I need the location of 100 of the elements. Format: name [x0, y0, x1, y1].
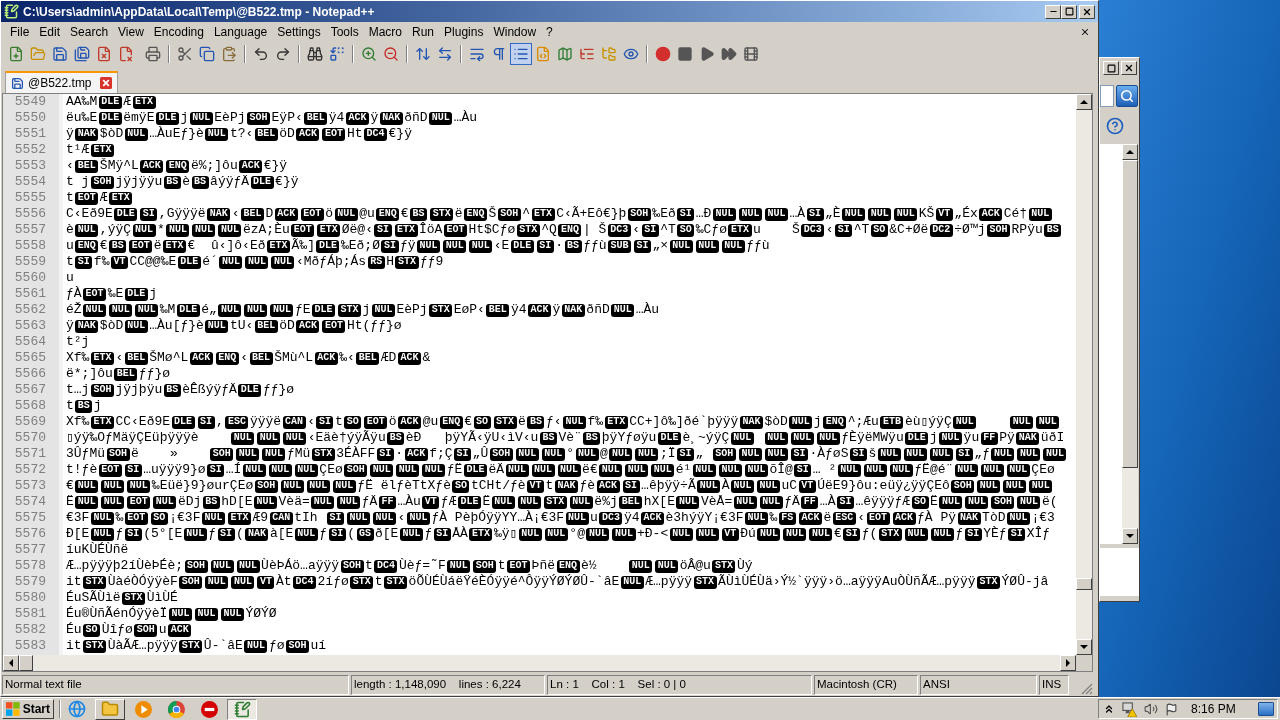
control-char-label: SI: [140, 207, 158, 221]
binary-text: ÇEø: [319, 462, 343, 478]
control-char-label: NUL: [231, 575, 255, 589]
horizontal-scrollbar[interactable]: [3, 655, 1076, 671]
scrollbar-thumb[interactable]: [19, 655, 33, 671]
menu-item[interactable]: Plugins: [439, 23, 489, 40]
minimize-button[interactable]: [1045, 4, 1061, 19]
control-char-label: SOH: [991, 495, 1015, 509]
menu-item[interactable]: Edit: [34, 23, 66, 40]
control-char-label: STX: [543, 495, 567, 509]
control-char-label: SI: [327, 511, 345, 525]
binary-text: èù▯ýÿÇ: [904, 414, 952, 430]
maximize-button[interactable]: [1103, 61, 1119, 75]
document-tab[interactable]: @B522.tmp: [5, 71, 118, 93]
close-icon: [1124, 63, 1134, 73]
vertical-scrollbar[interactable]: [1122, 144, 1138, 544]
binary-text: …êþÿÿ÷Ã: [641, 478, 696, 494]
control-char-label: NUL: [242, 463, 266, 477]
binary-text: ·: [555, 238, 564, 254]
clock-time[interactable]: 8:16 PM: [1191, 700, 1236, 718]
control-char-label: STX: [350, 575, 374, 589]
close-button[interactable]: [1079, 4, 1095, 19]
speaker-icon[interactable]: [1144, 702, 1158, 716]
search-button[interactable]: [1116, 85, 1138, 107]
control-char-label: SO: [677, 223, 695, 237]
show-desktop-button[interactable]: [1258, 702, 1274, 716]
scroll-up-button[interactable]: [1122, 144, 1138, 160]
binary-text: D: [265, 206, 274, 222]
binary-text: öD: [279, 318, 295, 334]
menu-item[interactable]: View: [113, 23, 149, 40]
control-char-label: NUL: [757, 527, 781, 541]
binary-text: ƒè: [579, 478, 596, 494]
scroll-down-button[interactable]: [1076, 639, 1092, 655]
start-button[interactable]: Start: [2, 699, 54, 719]
menu-item[interactable]: Search: [65, 23, 114, 40]
control-char-label: BEL: [75, 159, 99, 173]
binary-text: ,ýÿÇ: [99, 222, 132, 238]
binary-text: t²j: [66, 334, 90, 350]
scrollbar-thumb[interactable]: [1076, 578, 1092, 590]
control-char-label: NUL: [625, 463, 649, 477]
text-field[interactable]: [1100, 85, 1114, 107]
control-char-label: DC4: [374, 559, 398, 573]
menu-item[interactable]: Window: [488, 23, 542, 40]
control-char-label: NUL: [575, 447, 599, 461]
binary-text: it: [66, 638, 82, 654]
close-icon: [1082, 6, 1092, 17]
control-char-label: NUL: [518, 527, 542, 541]
line-number: 5579: [14, 574, 46, 590]
binary-text: ëDj: [177, 494, 202, 510]
control-char-label: BS: [191, 175, 209, 189]
scroll-left-button[interactable]: [3, 655, 19, 671]
binary-text: ŠMù^L: [274, 350, 314, 366]
control-char-label: NUL: [218, 223, 242, 237]
close-icon[interactable]: [99, 77, 112, 89]
menu-item[interactable]: File: [5, 23, 35, 40]
control-char-label: DLE: [316, 239, 340, 253]
control-char-label: EOT: [124, 511, 148, 525]
scroll-right-button[interactable]: [1060, 655, 1076, 671]
resize-grip-icon[interactable]: [1081, 683, 1093, 695]
binary-text: TòD: [982, 510, 1006, 526]
menu-item[interactable]: Tools: [325, 23, 364, 40]
menu-item[interactable]: Macro: [363, 23, 407, 40]
binary-text: Þñë: [531, 558, 555, 574]
taskbar-app-button[interactable]: [227, 698, 257, 720]
scroll-up-button[interactable]: [1076, 94, 1092, 110]
control-char-label: STX: [878, 527, 902, 541]
binary-text: èÐ þÿYÃ: [405, 430, 476, 446]
toolbar-button[interactable]: [510, 42, 532, 65]
flag-icon[interactable]: [1165, 702, 1178, 716]
vertical-scrollbar[interactable]: [1076, 94, 1092, 655]
binary-text: ‰Cƒø: [695, 222, 727, 238]
monitor-warning-icon[interactable]: [1122, 701, 1137, 717]
binary-text: Ùý: [736, 558, 753, 574]
menu-item[interactable]: Settings: [272, 23, 326, 40]
control-char-label: SOH: [90, 175, 114, 189]
help-icon[interactable]: [1106, 117, 1124, 135]
control-char-label: CAN: [269, 511, 293, 525]
binary-text: t: [66, 398, 74, 414]
binary-text: ‹: [857, 510, 866, 526]
menu-item[interactable]: Language: [208, 23, 273, 40]
close-button[interactable]: [1121, 61, 1137, 75]
control-char-label: NUL: [695, 239, 719, 253]
binary-text: ÃÙìÙÉÙä›Ý½`ÿÿÿ›ö…aÿÿÿAuÒÙñÃÆ…pÿÿÿ: [718, 574, 976, 590]
folder-icon: [30, 45, 46, 62]
control-char-label: SO: [911, 495, 929, 509]
control-char-label: ACK: [641, 511, 664, 525]
triangle-up-icon: [1080, 100, 1088, 104]
control-char-label: SOH: [627, 207, 651, 221]
control-char-label: SI: [806, 207, 824, 221]
scrollbar-thumb[interactable]: [1122, 160, 1138, 468]
control-char-label: NUL: [816, 431, 840, 445]
scroll-down-button[interactable]: [1122, 528, 1138, 544]
binary-text: 2íƒø: [317, 574, 349, 590]
binary-text: „: [695, 446, 704, 462]
menu-item[interactable]: Run: [407, 23, 440, 40]
menu-item[interactable]: Encoding: [148, 23, 209, 40]
menu-item[interactable]: ?: [541, 23, 558, 40]
chevrons-up-icon[interactable]: [1103, 703, 1115, 715]
control-char-label: SI: [964, 527, 982, 541]
maximize-button[interactable]: [1061, 4, 1077, 19]
